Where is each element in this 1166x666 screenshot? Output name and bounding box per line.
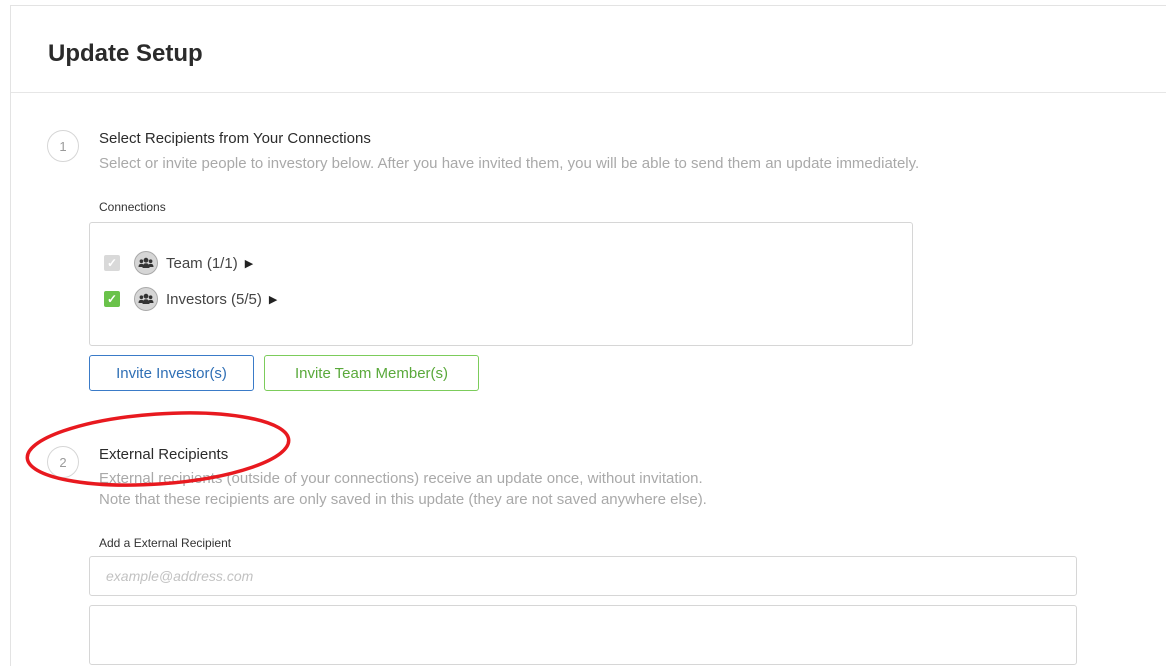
- check-icon: ✓: [106, 256, 118, 270]
- page-title: Update Setup: [48, 40, 203, 67]
- users-icon: [134, 287, 158, 311]
- step-number-1: 1: [47, 130, 79, 162]
- panel-header: Update Setup: [11, 6, 1166, 93]
- users-icon: [134, 251, 158, 275]
- step-number-2: 2: [47, 446, 79, 478]
- connections-label: Connections: [99, 200, 166, 214]
- invite-investors-button[interactable]: Invite Investor(s): [89, 355, 254, 391]
- check-icon: ✓: [106, 292, 118, 306]
- team-group-label: Team (1/1): [166, 254, 238, 272]
- team-checkbox[interactable]: ✓: [104, 255, 120, 271]
- step2-description-line2: Note that these recipients are only save…: [99, 491, 707, 508]
- caret-right-icon[interactable]: ▶: [269, 293, 277, 306]
- step2-title: External Recipients: [99, 446, 229, 463]
- connections-list: ✓ Team (1/1) ▶ ✓ Investors (5/5) ▶: [89, 222, 913, 346]
- external-recipient-email-input[interactable]: [89, 556, 1077, 596]
- step1-description: Select or invite people to investory bel…: [99, 155, 920, 172]
- invite-team-members-button[interactable]: Invite Team Member(s): [264, 355, 479, 391]
- step2-description-line1: External recipients (outside of your con…: [99, 470, 703, 487]
- add-external-recipient-label: Add a External Recipient: [99, 536, 232, 550]
- investors-checkbox[interactable]: ✓: [104, 291, 120, 307]
- investors-group-label: Investors (5/5): [166, 290, 262, 308]
- step1-title: Select Recipients from Your Connections: [99, 130, 371, 147]
- connection-group-investors[interactable]: ✓ Investors (5/5) ▶: [104, 287, 277, 311]
- external-recipients-list[interactable]: [89, 605, 1077, 665]
- connection-group-team[interactable]: ✓ Team (1/1) ▶: [104, 251, 253, 275]
- caret-right-icon[interactable]: ▶: [245, 257, 253, 270]
